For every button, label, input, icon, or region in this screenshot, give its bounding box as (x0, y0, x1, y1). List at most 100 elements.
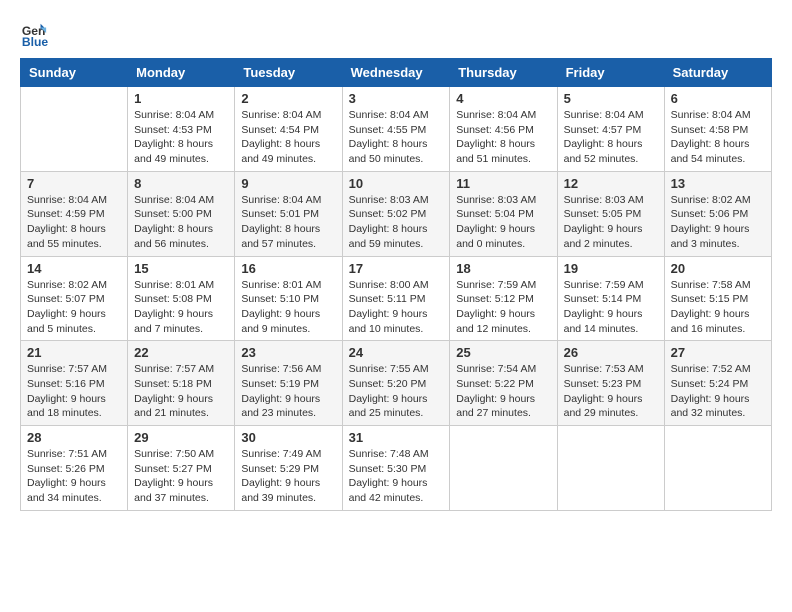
day-info: Sunrise: 7:57 AMSunset: 5:18 PMDaylight:… (134, 362, 228, 421)
header-day-tuesday: Tuesday (235, 59, 342, 87)
day-number: 15 (134, 261, 228, 276)
day-number: 10 (349, 176, 444, 191)
calendar-cell: 14 Sunrise: 8:02 AMSunset: 5:07 PMDayligh… (21, 256, 128, 341)
calendar-cell: 15 Sunrise: 8:01 AMSunset: 5:08 PMDayligh… (128, 256, 235, 341)
calendar-cell: 24 Sunrise: 7:55 AMSunset: 5:20 PMDayligh… (342, 341, 450, 426)
day-number: 2 (241, 91, 335, 106)
day-number: 31 (349, 430, 444, 445)
day-info: Sunrise: 8:04 AMSunset: 4:56 PMDaylight:… (456, 108, 550, 167)
day-info: Sunrise: 7:54 AMSunset: 5:22 PMDaylight:… (456, 362, 550, 421)
day-info: Sunrise: 8:04 AMSunset: 5:00 PMDaylight:… (134, 193, 228, 252)
calendar-cell: 26 Sunrise: 7:53 AMSunset: 5:23 PMDayligh… (557, 341, 664, 426)
day-info: Sunrise: 8:02 AMSunset: 5:07 PMDaylight:… (27, 278, 121, 337)
day-number: 12 (564, 176, 658, 191)
day-number: 3 (349, 91, 444, 106)
header-day-saturday: Saturday (664, 59, 771, 87)
day-info: Sunrise: 8:04 AMSunset: 4:57 PMDaylight:… (564, 108, 658, 167)
calendar-cell: 10 Sunrise: 8:03 AMSunset: 5:02 PMDayligh… (342, 171, 450, 256)
day-number: 6 (671, 91, 765, 106)
day-info: Sunrise: 8:00 AMSunset: 5:11 PMDaylight:… (349, 278, 444, 337)
day-info: Sunrise: 8:04 AMSunset: 5:01 PMDaylight:… (241, 193, 335, 252)
day-number: 5 (564, 91, 658, 106)
day-number: 9 (241, 176, 335, 191)
day-number: 22 (134, 345, 228, 360)
calendar-cell: 13Sunrise: 8:02 AMSunset: 5:06 PMDayligh… (664, 171, 771, 256)
calendar-cell: 31 Sunrise: 7:48 AMSunset: 5:30 PMDayligh… (342, 426, 450, 511)
logo-icon: Gen Blue (20, 20, 48, 48)
day-info: Sunrise: 7:49 AMSunset: 5:29 PMDaylight:… (241, 447, 335, 506)
day-number: 30 (241, 430, 335, 445)
day-info: Sunrise: 7:50 AMSunset: 5:27 PMDaylight:… (134, 447, 228, 506)
day-number: 17 (349, 261, 444, 276)
calendar-cell: 9 Sunrise: 8:04 AMSunset: 5:01 PMDaylight… (235, 171, 342, 256)
day-info: Sunrise: 7:55 AMSunset: 5:20 PMDaylight:… (349, 362, 444, 421)
calendar-cell: 6 Sunrise: 8:04 AMSunset: 4:58 PMDaylight… (664, 87, 771, 172)
day-info: Sunrise: 7:56 AMSunset: 5:19 PMDaylight:… (241, 362, 335, 421)
header-day-thursday: Thursday (450, 59, 557, 87)
day-info: Sunrise: 8:03 AMSunset: 5:02 PMDaylight:… (349, 193, 444, 252)
calendar-cell: 18 Sunrise: 7:59 AMSunset: 5:12 PMDayligh… (450, 256, 557, 341)
calendar-cell: 21 Sunrise: 7:57 AMSunset: 5:16 PMDayligh… (21, 341, 128, 426)
calendar-cell: 3 Sunrise: 8:04 AMSunset: 4:55 PMDaylight… (342, 87, 450, 172)
day-info: Sunrise: 8:04 AMSunset: 4:54 PMDaylight:… (241, 108, 335, 167)
calendar-cell: 27Sunrise: 7:52 AMSunset: 5:24 PMDayligh… (664, 341, 771, 426)
day-number: 24 (349, 345, 444, 360)
day-number: 29 (134, 430, 228, 445)
day-info: Sunrise: 8:04 AMSunset: 4:58 PMDaylight:… (671, 108, 765, 167)
day-number: 8 (134, 176, 228, 191)
header-day-monday: Monday (128, 59, 235, 87)
day-info: Sunrise: 7:57 AMSunset: 5:16 PMDaylight:… (27, 362, 121, 421)
day-number: 26 (564, 345, 658, 360)
calendar-cell: 1 Sunrise: 8:04 AMSunset: 4:53 PMDaylight… (128, 87, 235, 172)
calendar-table: SundayMondayTuesdayWednesdayThursdayFrid… (20, 58, 772, 511)
calendar-cell: 23Sunrise: 7:56 AMSunset: 5:19 PMDayligh… (235, 341, 342, 426)
calendar-cell: 25 Sunrise: 7:54 AMSunset: 5:22 PMDayligh… (450, 341, 557, 426)
day-number: 16 (241, 261, 335, 276)
day-number: 21 (27, 345, 121, 360)
week-row-0: 1 Sunrise: 8:04 AMSunset: 4:53 PMDaylight… (21, 87, 772, 172)
day-number: 18 (456, 261, 550, 276)
day-number: 1 (134, 91, 228, 106)
day-number: 19 (564, 261, 658, 276)
calendar-cell: 12 Sunrise: 8:03 AMSunset: 5:05 PMDayligh… (557, 171, 664, 256)
day-number: 7 (27, 176, 121, 191)
day-info: Sunrise: 7:53 AMSunset: 5:23 PMDaylight:… (564, 362, 658, 421)
calendar-cell: 2 Sunrise: 8:04 AMSunset: 4:54 PMDaylight… (235, 87, 342, 172)
header-row: SundayMondayTuesdayWednesdayThursdayFrid… (21, 59, 772, 87)
calendar-cell: 30 Sunrise: 7:49 AMSunset: 5:29 PMDayligh… (235, 426, 342, 511)
svg-text:Blue: Blue (22, 35, 48, 48)
logo: Gen Blue (20, 20, 52, 48)
calendar-cell: 8 Sunrise: 8:04 AMSunset: 5:00 PMDaylight… (128, 171, 235, 256)
day-info: Sunrise: 7:59 AMSunset: 5:12 PMDaylight:… (456, 278, 550, 337)
calendar-cell: 4Sunrise: 8:04 AMSunset: 4:56 PMDaylight… (450, 87, 557, 172)
day-info: Sunrise: 8:01 AMSunset: 5:10 PMDaylight:… (241, 278, 335, 337)
day-number: 25 (456, 345, 550, 360)
day-info: Sunrise: 8:04 AMSunset: 4:55 PMDaylight:… (349, 108, 444, 167)
calendar-cell: 17 Sunrise: 8:00 AMSunset: 5:11 PMDayligh… (342, 256, 450, 341)
day-info: Sunrise: 8:04 AMSunset: 4:53 PMDaylight:… (134, 108, 228, 167)
day-info: Sunrise: 7:52 AMSunset: 5:24 PMDaylight:… (671, 362, 765, 421)
calendar-cell: 16 Sunrise: 8:01 AMSunset: 5:10 PMDayligh… (235, 256, 342, 341)
week-row-1: 7 Sunrise: 8:04 AMSunset: 4:59 PMDaylight… (21, 171, 772, 256)
calendar-cell: 7 Sunrise: 8:04 AMSunset: 4:59 PMDaylight… (21, 171, 128, 256)
day-info: Sunrise: 8:03 AMSunset: 5:05 PMDaylight:… (564, 193, 658, 252)
day-number: 20 (671, 261, 765, 276)
day-info: Sunrise: 8:02 AMSunset: 5:06 PMDaylight:… (671, 193, 765, 252)
calendar-cell: 29 Sunrise: 7:50 AMSunset: 5:27 PMDayligh… (128, 426, 235, 511)
calendar-cell: 19Sunrise: 7:59 AMSunset: 5:14 PMDayligh… (557, 256, 664, 341)
day-info: Sunrise: 7:48 AMSunset: 5:30 PMDaylight:… (349, 447, 444, 506)
day-info: Sunrise: 8:01 AMSunset: 5:08 PMDaylight:… (134, 278, 228, 337)
calendar-cell (557, 426, 664, 511)
header-day-sunday: Sunday (21, 59, 128, 87)
day-number: 14 (27, 261, 121, 276)
header-day-friday: Friday (557, 59, 664, 87)
day-number: 28 (27, 430, 121, 445)
calendar-cell (664, 426, 771, 511)
calendar-cell (21, 87, 128, 172)
day-info: Sunrise: 8:03 AMSunset: 5:04 PMDaylight:… (456, 193, 550, 252)
day-info: Sunrise: 7:58 AMSunset: 5:15 PMDaylight:… (671, 278, 765, 337)
day-info: Sunrise: 7:51 AMSunset: 5:26 PMDaylight:… (27, 447, 121, 506)
week-row-2: 14 Sunrise: 8:02 AMSunset: 5:07 PMDayligh… (21, 256, 772, 341)
day-info: Sunrise: 8:04 AMSunset: 4:59 PMDaylight:… (27, 193, 121, 252)
calendar-cell: 22 Sunrise: 7:57 AMSunset: 5:18 PMDayligh… (128, 341, 235, 426)
